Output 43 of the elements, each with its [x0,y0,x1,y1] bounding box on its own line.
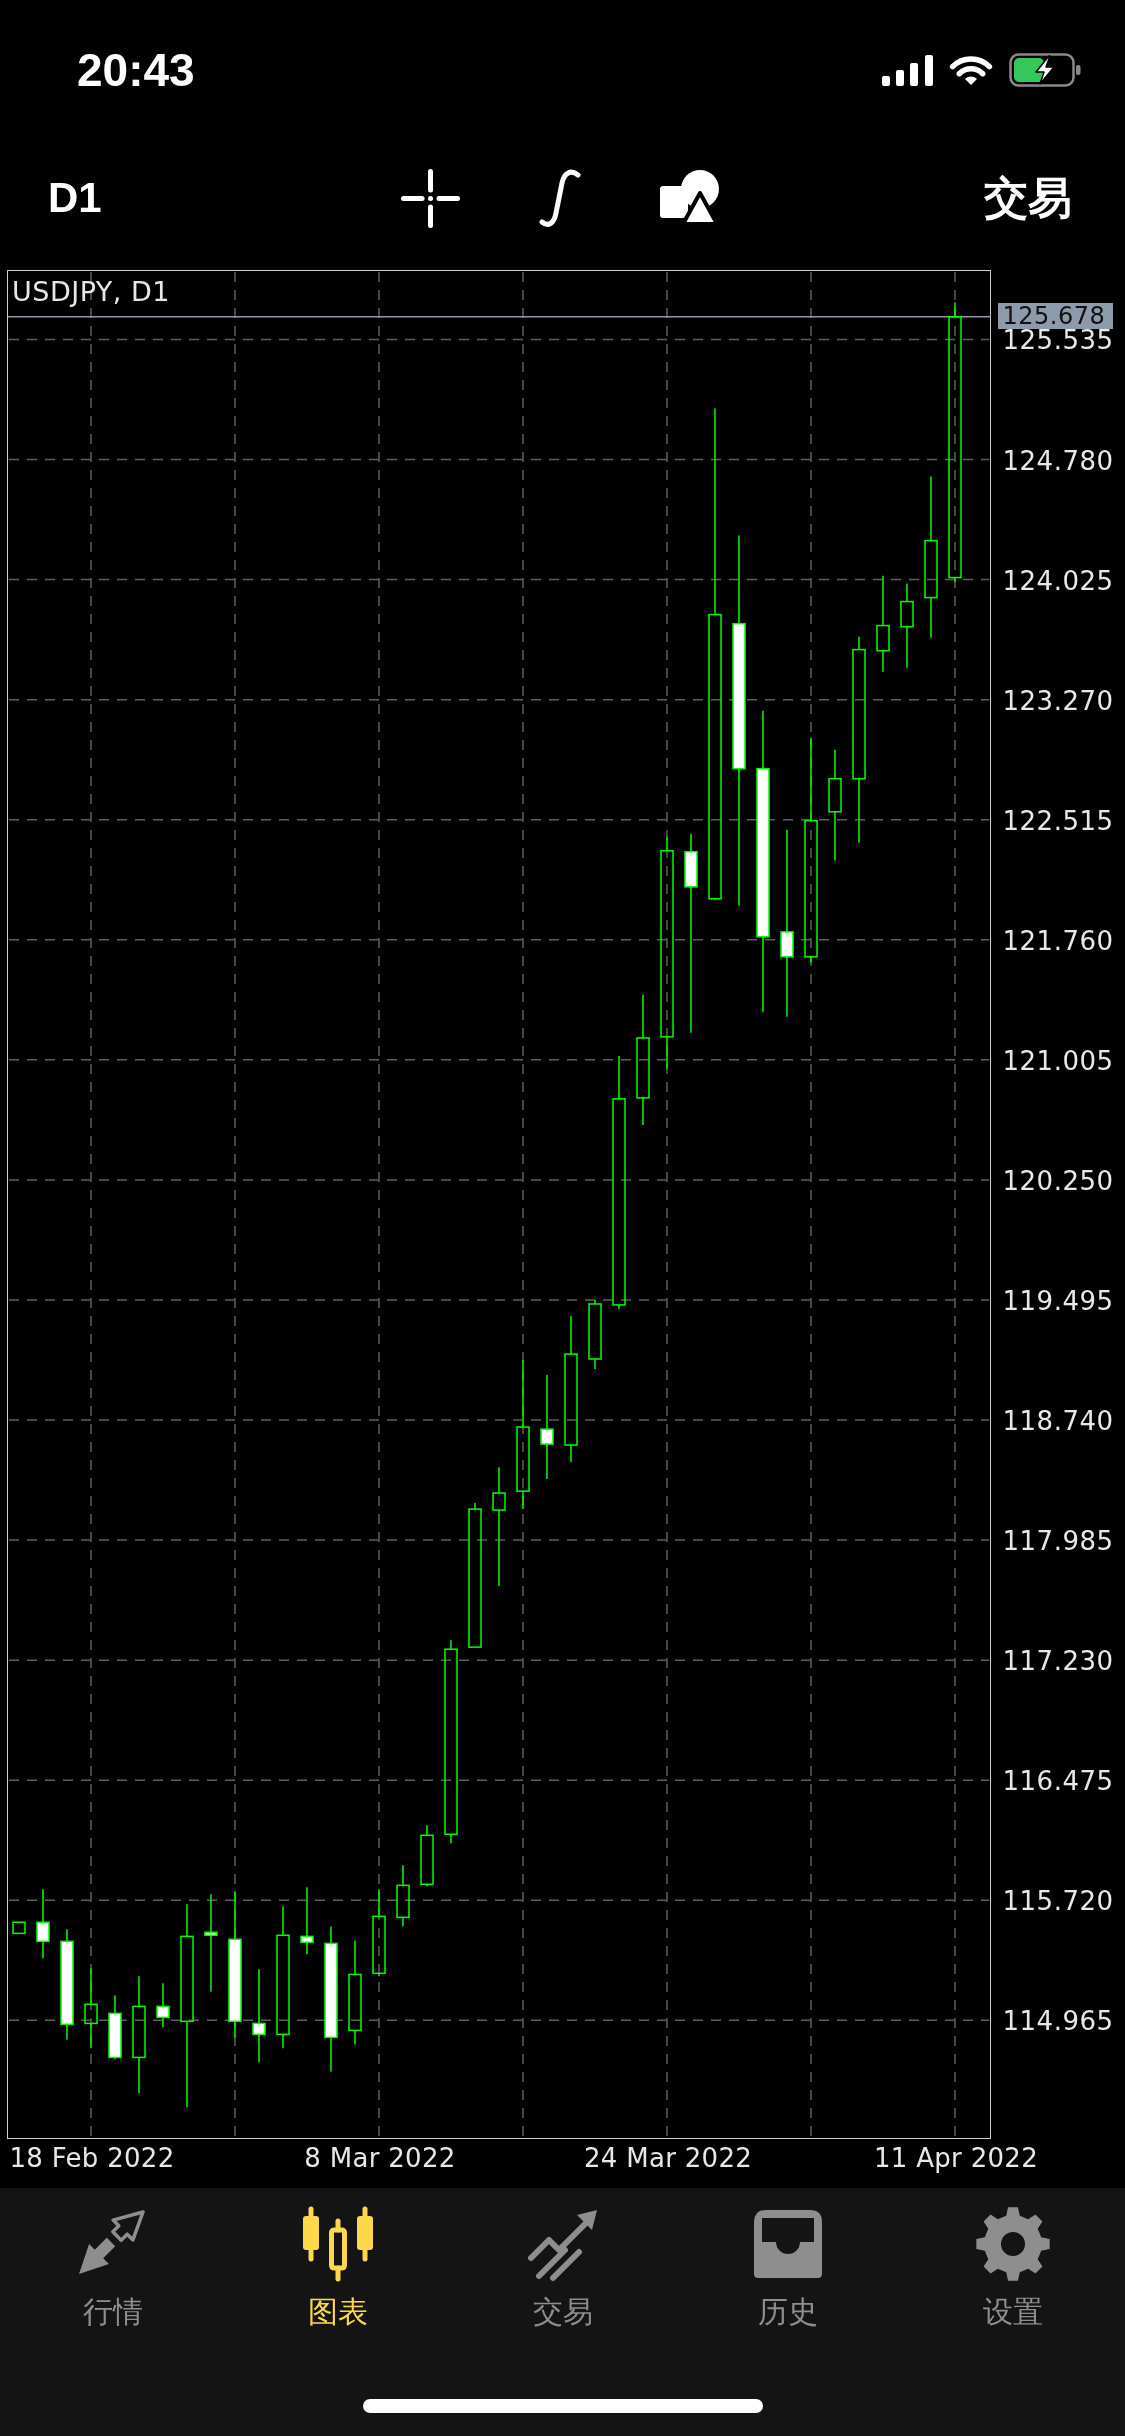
price-axis-label: 123.270 [1002,688,1114,713]
candlestick [419,1824,434,1887]
battery-icon [1009,53,1081,87]
candlestick [587,1298,602,1370]
chart-title: USDJPY, D1 [12,276,170,308]
date-axis-label: 24 Mar 2022 [583,2143,753,2173]
candlestick [395,1864,410,1927]
tab[interactable]: 图表 [299,2206,376,2330]
wifi-icon [948,53,994,87]
current-price-tag: 125.678 [997,302,1114,329]
tab[interactable]: 行情 [74,2206,151,2330]
price-axis-label: 125.535 [1002,328,1114,353]
candlestick [155,1982,170,2028]
tab[interactable]: 交易 [524,2206,601,2330]
price-axis-label: 124.780 [1002,448,1114,473]
price-axis-label: 114.965 [1002,2009,1114,2034]
price-axis-label: 117.230 [1002,1649,1114,1674]
price-axis-label: 117.985 [1002,1529,1114,1554]
price-axis-label: 116.475 [1002,1769,1114,1794]
candlestick [107,1994,122,2060]
date-axis-label: 8 Mar 2022 [304,2143,456,2173]
price-axis-label: 120.250 [1002,1168,1114,1193]
trade-button[interactable]: 交易 [984,173,1072,223]
price-axis-label: 121.760 [1002,928,1114,953]
tab[interactable]: 设置 [974,2206,1051,2330]
candlestick [11,1921,26,1934]
status-time: 20:43 [77,44,195,96]
date-axis-label: 11 Apr 2022 [873,2143,1039,2173]
candlestick [299,1886,314,1955]
tab[interactable]: 历史 [749,2206,826,2330]
price-axis-label: 124.025 [1002,568,1114,593]
settings-icon[interactable] [974,2206,1051,2282]
price-axis-label: 115.720 [1002,1889,1114,1914]
function-icon[interactable] [537,168,582,228]
signal-icon [882,54,933,86]
price-axis-label: 121.005 [1002,1048,1114,1073]
candlestick [35,1888,50,1959]
price-axis-label: 122.515 [1002,808,1114,833]
price-axis-label: 119.495 [1002,1289,1114,1313]
price-axis-label: 118.740 [1002,1409,1114,1434]
date-axis-label: 18 Feb 2022 [9,2143,175,2173]
timeframe-button[interactable]: D1 [48,173,102,223]
crosshair-icon[interactable] [400,168,460,228]
